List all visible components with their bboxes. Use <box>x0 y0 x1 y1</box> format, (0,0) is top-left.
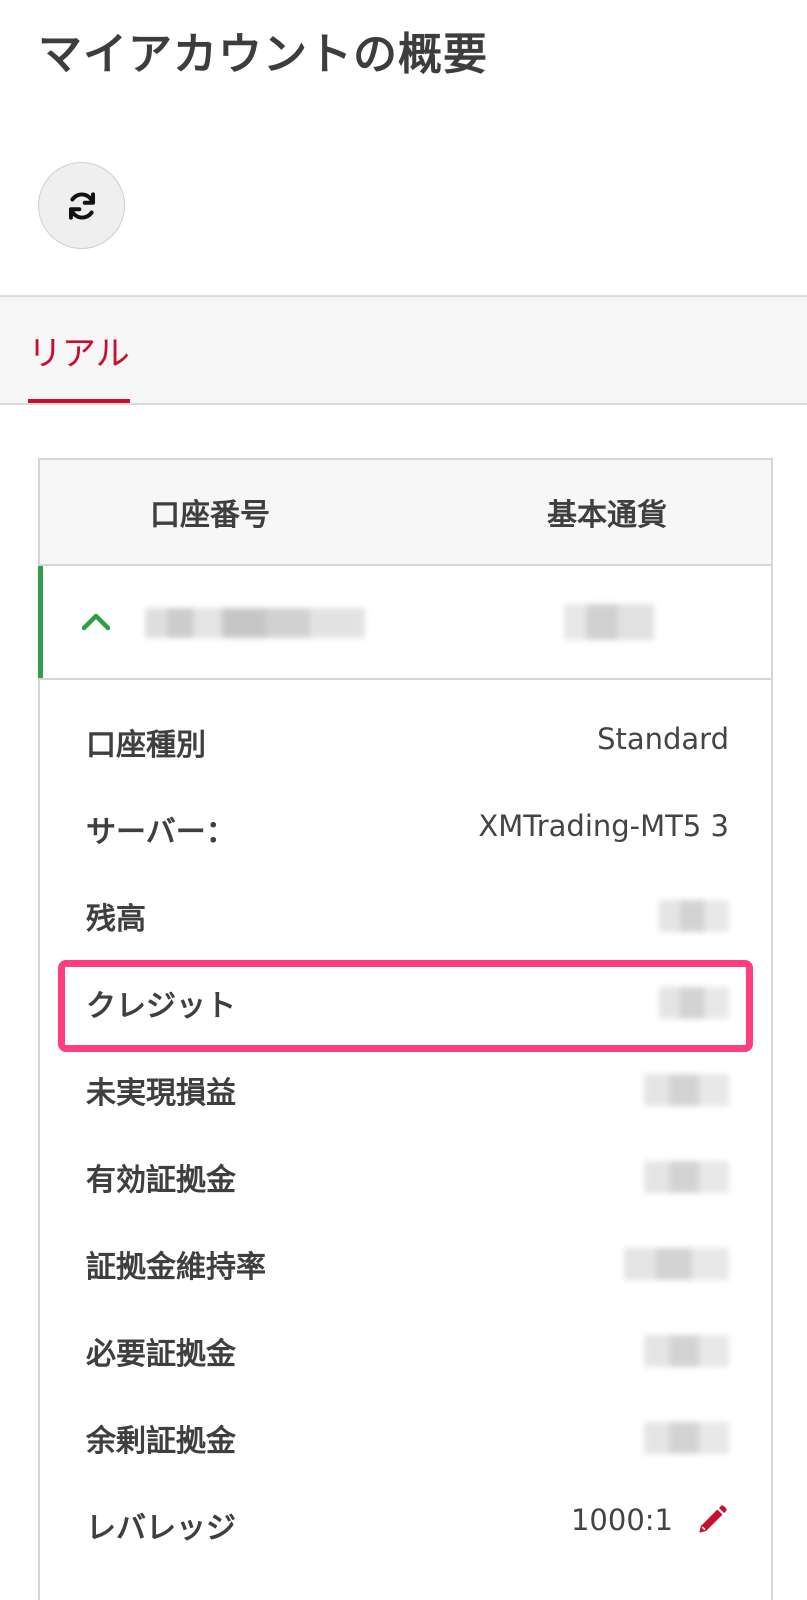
chevron-up-icon[interactable] <box>78 604 114 640</box>
equity-label: 有効証拠金 <box>86 1163 236 1198</box>
margin-level-label: 証拠金維持率 <box>86 1250 266 1285</box>
margin-level-value-redacted <box>624 1248 729 1280</box>
tab-active-indicator <box>28 399 130 403</box>
active-row-indicator <box>38 566 43 678</box>
detail-row-server: サーバー： XMTrading-MT5 3 <box>40 785 771 872</box>
account-details: 口座種別 Standard サーバー： XMTrading-MT5 3 残高 ク… <box>40 680 771 1568</box>
account-number-redacted <box>145 608 365 638</box>
detail-row-account-type: 口座種別 Standard <box>40 698 771 785</box>
column-base-currency: 基本通貨 <box>547 498 667 533</box>
free-margin-value-redacted <box>644 1422 729 1454</box>
detail-row-equity: 有効証拠金 <box>40 1133 771 1220</box>
unrealized-pl-label: 未実現損益 <box>86 1076 236 1111</box>
leverage-value: 1000:1 <box>570 1503 673 1537</box>
account-table: 口座番号 基本通貨 口座種別 Standard サーバー： XMTrading-… <box>38 458 773 1600</box>
server-label: サーバー： <box>86 815 236 850</box>
refresh-button[interactable] <box>38 162 125 249</box>
server-value: XMTrading-MT5 3 <box>478 809 729 843</box>
free-margin-label: 余剰証拠金 <box>86 1424 236 1459</box>
leverage-label: レバレッジ <box>86 1511 236 1546</box>
table-header: 口座番号 基本通貨 <box>40 460 771 566</box>
detail-row-balance: 残高 <box>40 872 771 959</box>
detail-row-free-margin: 余剰証拠金 <box>40 1394 771 1481</box>
pencil-icon[interactable] <box>695 1503 729 1537</box>
page-title: マイアカウントの概要 <box>38 29 488 80</box>
base-currency-redacted <box>564 604 654 640</box>
balance-label: 残高 <box>86 902 146 937</box>
account-type-label: 口座種別 <box>86 728 206 763</box>
detail-row-unrealized-pl: 未実現損益 <box>40 1046 771 1133</box>
column-account-number: 口座番号 <box>150 498 270 533</box>
detail-row-required-margin: 必要証拠金 <box>40 1307 771 1394</box>
balance-value-redacted <box>659 900 729 932</box>
required-margin-value-redacted <box>644 1335 729 1367</box>
detail-row-margin-level: 証拠金維持率 <box>40 1220 771 1307</box>
credit-highlight-box <box>58 960 753 1052</box>
tab-real-label: リアル <box>28 333 130 374</box>
refresh-icon <box>68 191 95 220</box>
account-tabs: リアル <box>0 295 807 405</box>
account-type-value: Standard <box>597 722 729 756</box>
unrealized-pl-value-redacted <box>644 1074 729 1106</box>
detail-row-leverage: レバレッジ 1000:1 <box>40 1481 771 1568</box>
account-row[interactable] <box>38 566 771 680</box>
required-margin-label: 必要証拠金 <box>86 1337 236 1372</box>
tab-real[interactable]: リアル <box>28 297 130 403</box>
equity-value-redacted <box>644 1161 729 1193</box>
